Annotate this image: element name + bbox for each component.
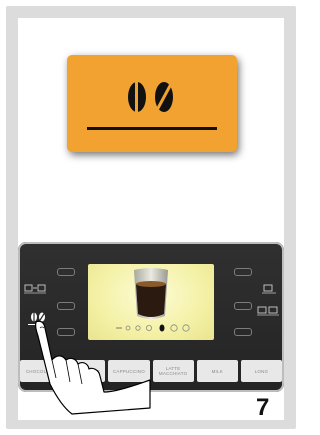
right-bottom-button[interactable] <box>234 328 252 336</box>
drink-button-cappuccino[interactable]: CAPPUCCINO <box>108 360 150 382</box>
drink-button-milk[interactable]: MILK <box>196 360 238 382</box>
left-mid-button[interactable] <box>57 302 75 310</box>
strength-level-indicator <box>116 324 190 332</box>
drink-button-chocolate[interactable]: CHOCOLATE <box>20 360 62 382</box>
drink-button-latte-macchiato[interactable]: LATTE MACCHIATO <box>152 360 194 382</box>
single-cup-icon <box>262 284 276 294</box>
page-number: 7 <box>256 394 270 421</box>
cup-to-cup-icon <box>24 284 46 294</box>
drink-button-caffelatte[interactable]: CAFFELATTE <box>64 360 106 382</box>
left-bottom-button[interactable] <box>57 328 75 336</box>
coffee-bean-strength-icon[interactable] <box>28 312 46 325</box>
espresso-glass-icon <box>116 268 190 332</box>
double-cup-icon <box>257 306 279 316</box>
right-top-button[interactable] <box>234 268 252 276</box>
left-top-button[interactable] <box>57 268 75 276</box>
drink-button-long[interactable]: LONG <box>240 360 283 382</box>
display-screen <box>88 264 214 340</box>
drink-selection-bar: CHOCOLATE CAFFELATTE CAPPUCCINO LATTE MA… <box>20 360 283 382</box>
coffee-bean-strength-icon <box>87 81 217 130</box>
strength-badge <box>67 55 237 152</box>
right-mid-button[interactable] <box>234 302 252 310</box>
